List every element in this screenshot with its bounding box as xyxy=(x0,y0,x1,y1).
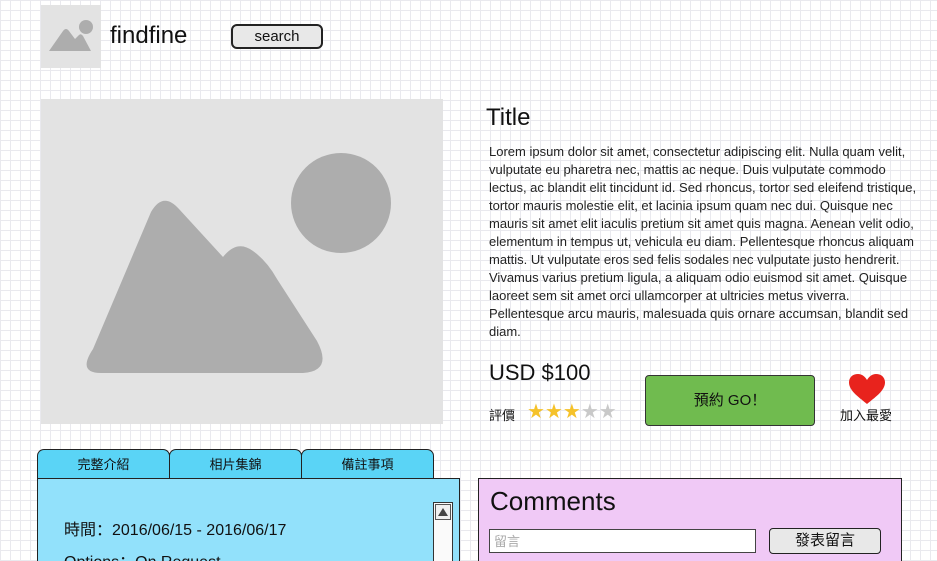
post-comment-button[interactable]: 發表留言 xyxy=(769,528,881,554)
rating-label: 評價 xyxy=(489,408,516,423)
book-button[interactable]: 預約 GO！ xyxy=(645,375,815,426)
star-empty-icon: ★ xyxy=(598,401,617,423)
tab-notes[interactable]: 備註事項 xyxy=(301,449,434,479)
star-empty-icon: ★ xyxy=(580,401,599,423)
favorite-label[interactable]: 加入最愛 xyxy=(840,405,892,424)
event-options: Options：On Request xyxy=(64,548,221,561)
product-price: USD $100 xyxy=(489,360,591,385)
tab-photo-gallery[interactable]: 相片集錦 xyxy=(169,449,302,479)
product-description: Lorem ipsum dolor sit amet, consectetur … xyxy=(489,144,917,339)
star-filled-icon: ★ xyxy=(544,401,563,423)
scroll-up-arrow-icon[interactable] xyxy=(435,504,451,520)
tab-panel: 時間：2016/06/15 - 2016/06/17 Options：On Re… xyxy=(37,478,460,561)
event-time: 時間：2016/06/15 - 2016/06/17 xyxy=(64,522,287,539)
scrollbar[interactable] xyxy=(433,502,453,561)
image-placeholder-icon xyxy=(86,153,391,373)
product-title: Title xyxy=(486,104,531,131)
image-placeholder-icon xyxy=(49,20,93,51)
tab-full-intro[interactable]: 完整介紹 xyxy=(37,449,170,479)
star-filled-icon: ★ xyxy=(562,401,581,423)
search-button[interactable]: search xyxy=(231,24,323,49)
comments-panel: Comments 發表留言 xyxy=(478,478,902,561)
product-image xyxy=(41,99,443,424)
logo-image xyxy=(41,5,101,68)
rating-stars: ★★★★★ xyxy=(527,401,617,423)
comments-title: Comments xyxy=(490,486,616,516)
brand-name: findfine xyxy=(110,22,188,49)
heart-icon[interactable] xyxy=(848,373,886,405)
star-filled-icon: ★ xyxy=(527,401,545,423)
comment-input[interactable] xyxy=(489,529,756,553)
